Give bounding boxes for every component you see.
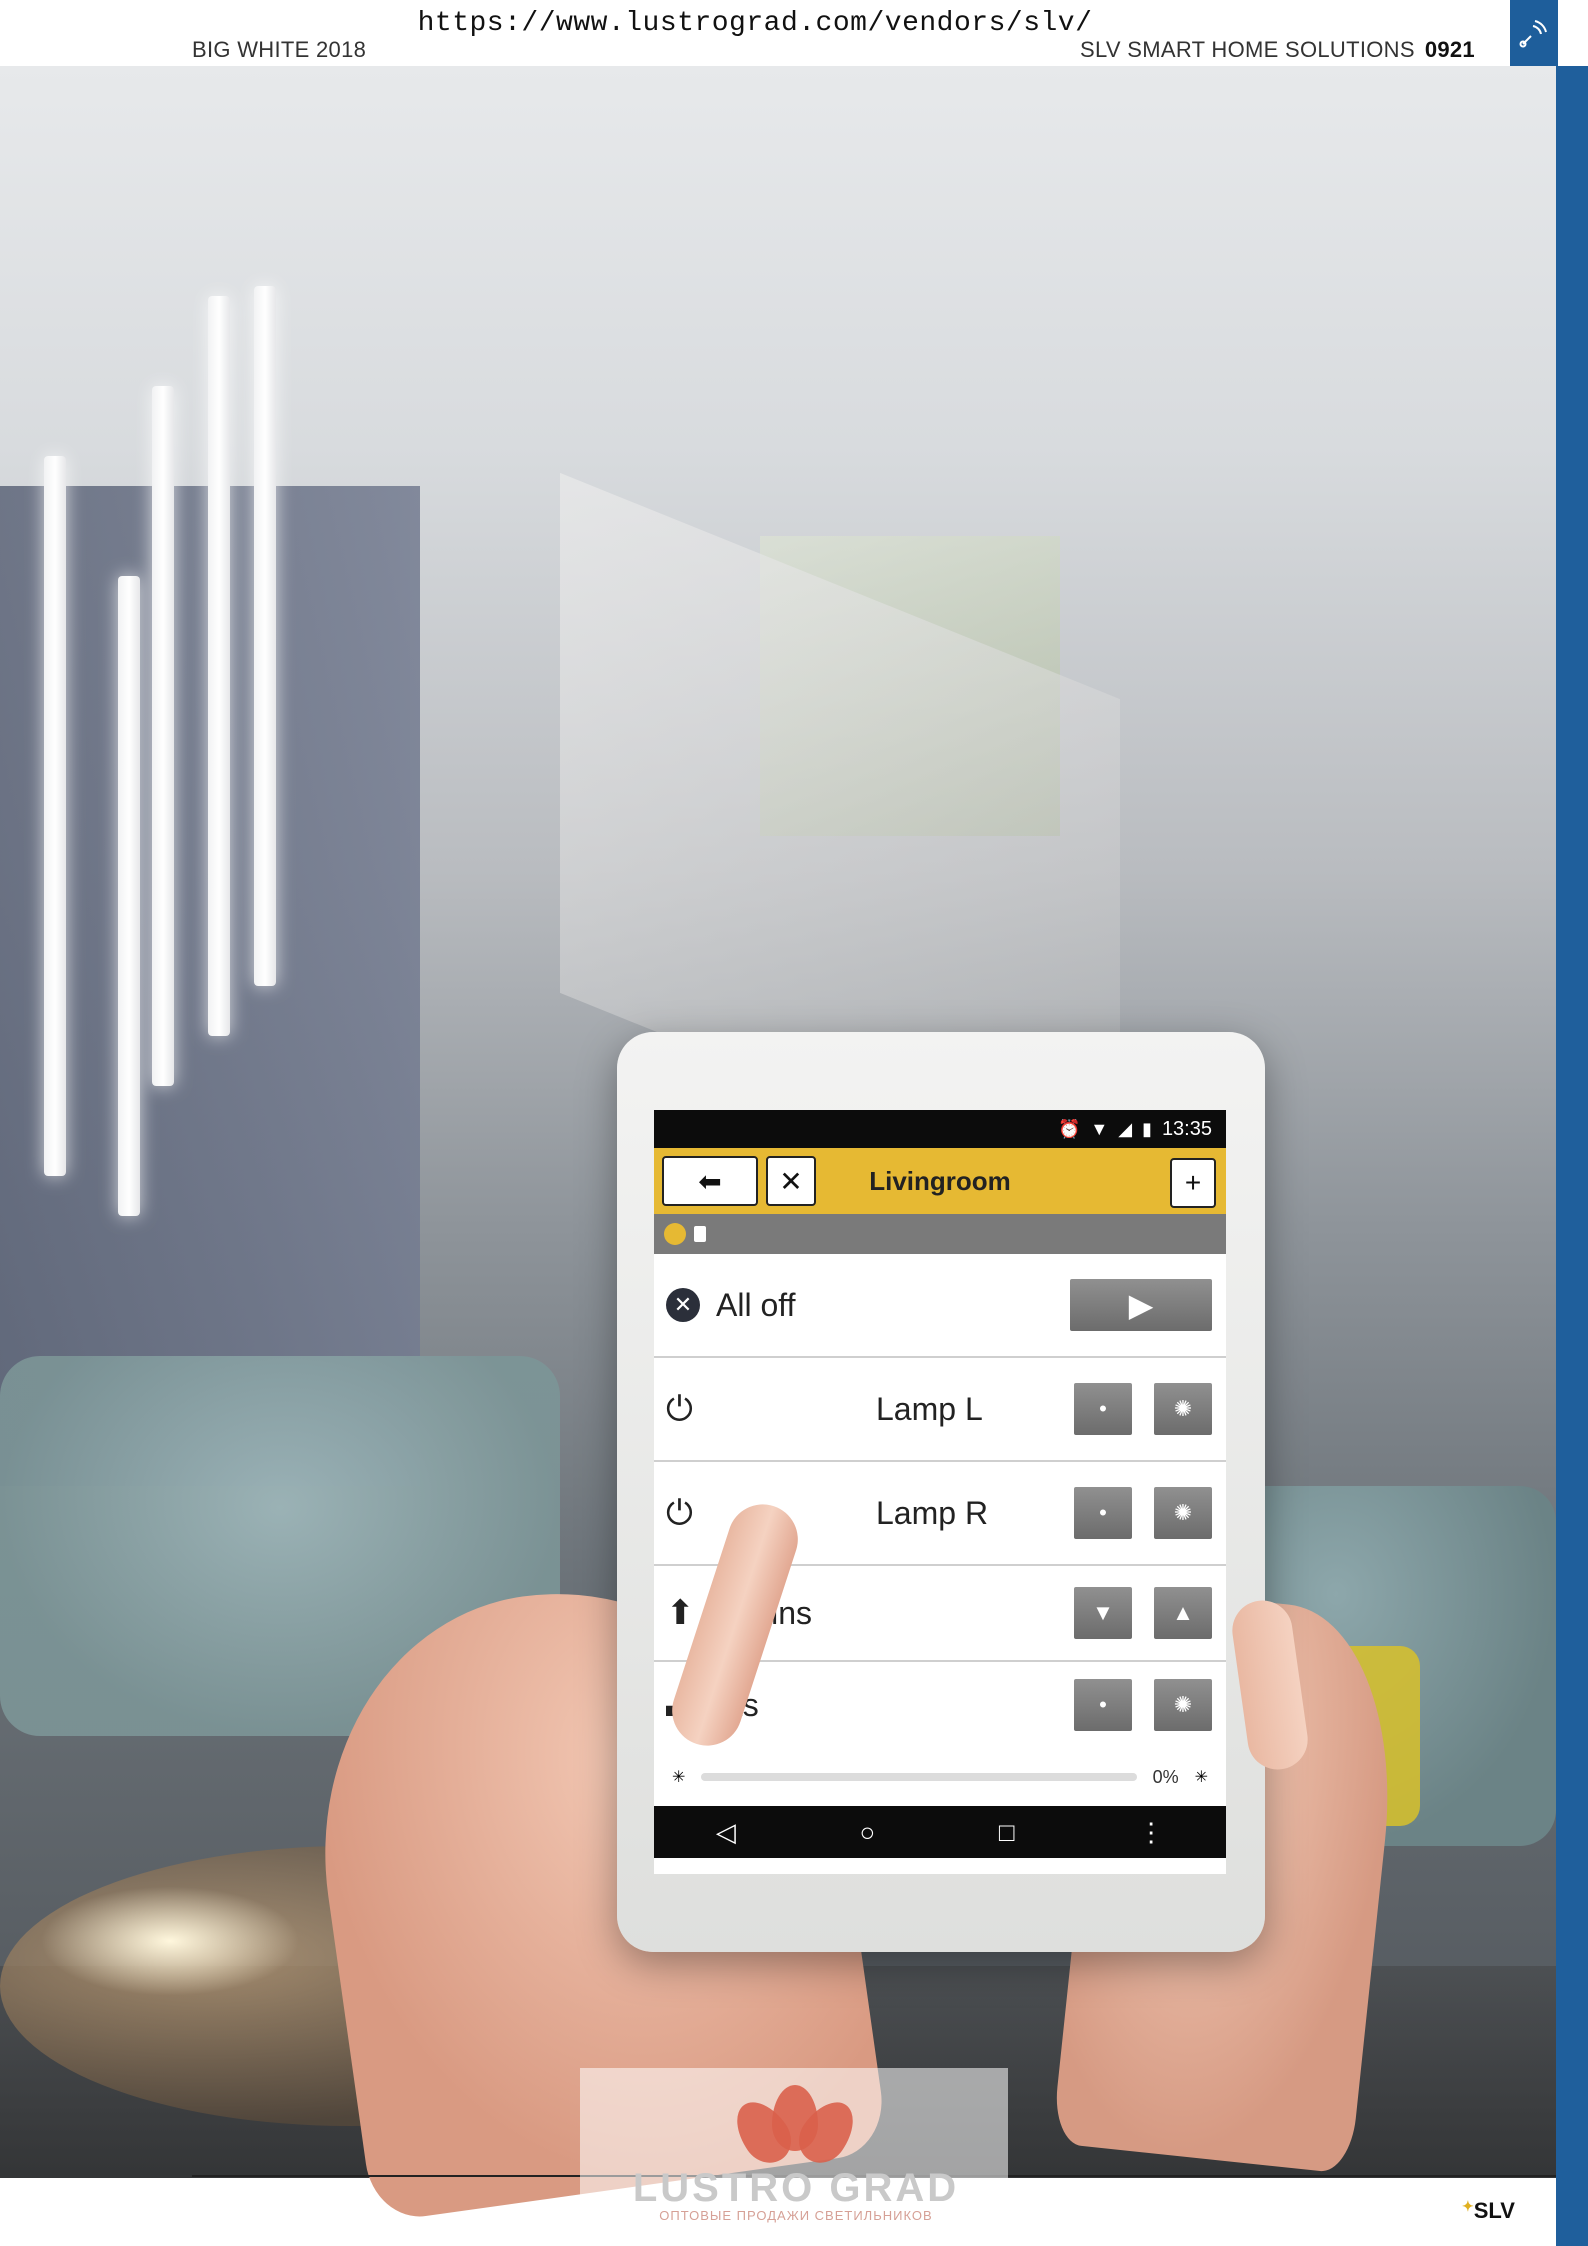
android-nav-bar: ◁ ○ □ ⋮ [654, 1806, 1226, 1858]
row-label: Lamp R [876, 1494, 989, 1531]
wifi-icon: ▼ [1090, 1118, 1109, 1139]
device-row-lamp-l[interactable]: ⏻ Lamp L • ✺ [654, 1358, 1226, 1462]
watermark-tagline: ОПТОВЫЕ ПРОДАЖИ СВЕТИЛЬНИКОВ [659, 2208, 933, 2223]
dim-button[interactable]: • [1074, 1679, 1132, 1731]
home-circle-icon[interactable]: ○ [859, 1817, 875, 1848]
tablet-screen: ⏰ ▼ ◢ ▮ 13:35 ⬅ ✕ Livingroom + ✕ All off… [654, 1110, 1226, 1874]
row-label: Lamp L [876, 1390, 983, 1427]
catalog-title: BIG WHITE 2018 [192, 37, 367, 62]
play-button[interactable]: ▶ [1070, 1279, 1212, 1331]
play-icon: ▶ [1128, 1287, 1154, 1323]
app-toolbar: ⬅ ✕ Livingroom + [654, 1148, 1226, 1214]
bright-icon: ✺ [1173, 1692, 1193, 1717]
wireless-signal-icon [1519, 20, 1547, 48]
tools-icon: ✕ [779, 1165, 803, 1197]
watermark-logo-icon [725, 2085, 865, 2173]
section-title: SLV SMART HOME SOLUTIONS 0921 [1080, 37, 1475, 63]
section-name: SLV SMART HOME SOLUTIONS [1080, 37, 1415, 62]
room-indicator[interactable] [664, 1223, 686, 1245]
room-subbar [654, 1214, 1226, 1254]
pendant-light [254, 286, 276, 986]
row-label: All off [716, 1286, 796, 1323]
section-tab [1510, 0, 1558, 66]
back-triangle-icon[interactable]: ◁ [716, 1817, 736, 1848]
slv-logo: ✦SLV [1462, 2198, 1515, 2224]
battery-icon: ▮ [1142, 1118, 1152, 1139]
power-icon[interactable]: ⏻ [666, 1494, 716, 1533]
dim-icon: • [1099, 1692, 1107, 1717]
spark-icon: ✦ [1462, 2198, 1474, 2214]
slider-value: 0% [1152, 1766, 1179, 1787]
arrow-down-icon: ▼ [1092, 1600, 1114, 1625]
sun-large-icon: ✳ [1194, 1769, 1208, 1786]
back-button[interactable]: ⬅ [662, 1156, 758, 1206]
page-indicator[interactable] [694, 1226, 706, 1242]
curtain-down-button[interactable]: ▼ [1074, 1587, 1132, 1639]
source-url: https://www.lustrograd.com/vendors/slv/ [417, 8, 1093, 39]
alarm-icon: ⏰ [1057, 1118, 1081, 1139]
status-bar: ⏰ ▼ ◢ ▮ 13:35 [654, 1110, 1226, 1148]
signal-icon: ◢ [1118, 1118, 1133, 1139]
slv-logo-text: SLV [1473, 2198, 1515, 2223]
bowl-glow [40, 1886, 300, 1996]
pendant-light [152, 386, 174, 1086]
close-circle-icon: ✕ [666, 1288, 700, 1322]
watermark-brand: LUSTRO GRAD [632, 2166, 960, 2210]
arrow-up-icon: ▲ [1172, 1600, 1194, 1625]
power-icon[interactable]: ⏻ [666, 1390, 716, 1429]
curtain-up-button[interactable]: ▲ [1154, 1587, 1212, 1639]
recents-square-icon[interactable]: □ [999, 1817, 1015, 1848]
slider-track[interactable] [701, 1773, 1137, 1781]
side-color-strip [1556, 66, 1588, 2246]
settings-button[interactable]: ✕ [766, 1156, 816, 1206]
scene-row-all-off[interactable]: ✕ All off ▶ [654, 1254, 1226, 1358]
dim-icon: • [1099, 1500, 1107, 1525]
dim-button[interactable]: • [1074, 1487, 1132, 1539]
pendant-light [118, 576, 140, 1216]
add-button[interactable]: + [1170, 1158, 1216, 1208]
status-time: 13:35 [1161, 1117, 1212, 1140]
menu-dots-icon[interactable]: ⋮ [1138, 1817, 1164, 1848]
brightness-slider[interactable]: ✳ 0% ✳ [654, 1748, 1226, 1806]
page-number: 0921 [1424, 37, 1475, 62]
pendant-light [44, 456, 66, 1176]
bright-icon: ✺ [1173, 1500, 1193, 1525]
bright-button[interactable]: ✺ [1154, 1487, 1212, 1539]
arrow-left-icon: ⬅ [698, 1165, 722, 1197]
bright-button[interactable]: ✺ [1154, 1679, 1212, 1731]
pendant-light [208, 296, 230, 1036]
dim-button[interactable]: • [1074, 1383, 1132, 1435]
sun-small-icon: ✳ [672, 1769, 686, 1786]
bright-icon: ✺ [1173, 1396, 1193, 1421]
bright-button[interactable]: ✺ [1154, 1383, 1212, 1435]
dim-icon: • [1099, 1396, 1107, 1421]
